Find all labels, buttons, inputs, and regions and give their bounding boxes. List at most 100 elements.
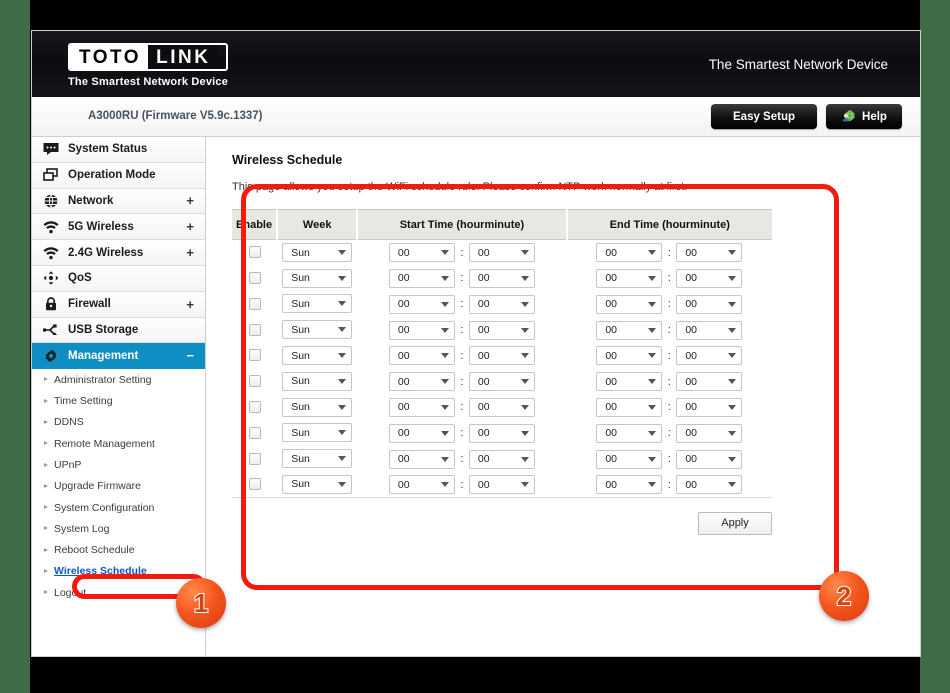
sidebar-item-network[interactable]: Network + (32, 188, 205, 215)
week-select[interactable]: Sun (282, 449, 353, 469)
sidebar-subitem-ddns[interactable]: DDNS (32, 412, 205, 433)
end-hour-select[interactable]: 00 (596, 423, 663, 443)
end-hour-select[interactable]: 00 (596, 268, 663, 288)
end-hour-select[interactable]: 00 (596, 449, 663, 469)
sidebar-item-management[interactable]: Management − (32, 343, 205, 370)
sidebar-subitem-upgrade-firmware[interactable]: Upgrade Firmware (32, 476, 205, 497)
week-select[interactable]: Sun (282, 294, 353, 314)
sidebar-subitem-system-log[interactable]: System Log (32, 518, 205, 539)
enable-checkbox[interactable] (248, 271, 261, 284)
start-hour-select[interactable]: 00 (388, 475, 455, 495)
sidebar-subitem-administrator-setting[interactable]: Administrator Setting (32, 369, 205, 390)
start-minute-select[interactable]: 00 (468, 372, 535, 392)
help-button[interactable]: Help (826, 104, 902, 129)
sidebar-item-24g-wireless[interactable]: 2.4G Wireless + (32, 240, 205, 266)
week-select[interactable]: Sun (282, 320, 353, 340)
enable-checkbox[interactable] (248, 375, 261, 388)
enable-checkbox[interactable] (248, 297, 261, 310)
week-select-value: Sun (291, 272, 310, 285)
end-hour-select[interactable]: 00 (596, 346, 663, 366)
week-select[interactable]: Sun (282, 423, 353, 443)
week-select[interactable]: Sun (282, 243, 353, 263)
chevron-down-icon (440, 353, 449, 359)
end-hour-select[interactable]: 00 (596, 243, 663, 263)
cell-enable (232, 420, 277, 446)
end-minute-select[interactable]: 00 (676, 423, 743, 443)
end-minute-select[interactable]: 00 (676, 320, 743, 340)
chevron-down-icon (648, 482, 657, 488)
start-minute-select[interactable]: 00 (468, 423, 535, 443)
end-hour-select[interactable]: 00 (596, 372, 663, 392)
week-select-value: Sun (291, 323, 310, 336)
end-minute-select[interactable]: 00 (676, 449, 743, 469)
sidebar-item-usb-storage[interactable]: USB Storage (32, 317, 205, 344)
apply-label: Apply (721, 517, 749, 530)
start-minute-select[interactable]: 00 (468, 475, 535, 495)
start-minute-select[interactable]: 00 (468, 294, 535, 314)
end-hour-select-value: 00 (605, 478, 617, 491)
week-select[interactable]: Sun (282, 371, 353, 391)
enable-checkbox[interactable] (248, 478, 261, 491)
sidebar-item-system-status[interactable]: System Status (32, 137, 205, 163)
end-minute-select-value: 00 (685, 349, 697, 362)
enable-checkbox[interactable] (248, 246, 261, 259)
easy-setup-button[interactable]: Easy Setup (711, 104, 817, 129)
end-minute-select-value: 00 (685, 401, 697, 414)
week-select[interactable]: Sun (282, 268, 353, 288)
end-hour-select[interactable]: 00 (596, 320, 663, 340)
start-hour-select[interactable]: 00 (388, 268, 455, 288)
sidebar-item-qos[interactable]: QoS (32, 265, 205, 292)
enable-checkbox[interactable] (248, 452, 261, 465)
chevron-down-icon (648, 327, 657, 333)
help-label: Help (862, 110, 887, 123)
end-minute-select[interactable]: 00 (676, 475, 743, 495)
start-minute-select-value: 00 (477, 478, 490, 491)
week-select[interactable]: Sun (282, 397, 353, 417)
sidebar-item-firewall[interactable]: Firewall + (32, 291, 205, 318)
end-hour-select[interactable]: 00 (596, 397, 663, 417)
end-hour-select[interactable]: 00 (596, 294, 663, 314)
enable-checkbox[interactable] (248, 426, 261, 439)
start-hour-select[interactable]: 00 (388, 423, 455, 443)
start-hour-select[interactable]: 00 (388, 397, 455, 417)
end-minute-select[interactable]: 00 (676, 372, 743, 392)
start-hour-select[interactable]: 00 (388, 346, 455, 366)
week-select[interactable]: Sun (282, 346, 353, 366)
start-time-colon: : (460, 375, 464, 388)
sidebar-subitem-remote-management[interactable]: Remote Management (32, 433, 205, 454)
start-minute-select[interactable]: 00 (468, 243, 535, 263)
toto-link-logo[interactable]: TOTO LINK The Smartest Network Device (68, 43, 229, 88)
apply-button[interactable]: Apply (698, 511, 772, 535)
start-minute-select[interactable]: 00 (468, 320, 535, 340)
sidebar-item-5g-wireless[interactable]: 5G Wireless + (32, 214, 205, 241)
end-minute-select[interactable]: 00 (676, 243, 743, 263)
sidebar-item-operation-mode[interactable]: Operation Mode (32, 162, 205, 189)
start-minute-select[interactable]: 00 (468, 346, 535, 366)
end-minute-select[interactable]: 00 (676, 397, 743, 417)
sidebar-subitem-reboot-schedule[interactable]: Reboot Schedule (32, 540, 205, 561)
start-hour-select[interactable]: 00 (388, 320, 455, 340)
chevron-down-icon (728, 430, 737, 436)
start-minute-select[interactable]: 00 (468, 397, 535, 417)
enable-checkbox[interactable] (248, 323, 261, 336)
end-minute-select[interactable]: 00 (676, 346, 743, 366)
enable-checkbox[interactable] (248, 349, 261, 362)
chevron-down-icon (648, 379, 657, 385)
sidebar-subitem-time-setting[interactable]: Time Setting (32, 390, 205, 411)
enable-checkbox[interactable] (248, 400, 261, 413)
start-minute-select[interactable]: 00 (468, 268, 535, 288)
start-minute-select[interactable]: 00 (468, 449, 535, 469)
start-hour-select[interactable]: 00 (388, 243, 455, 263)
start-hour-select[interactable]: 00 (388, 449, 455, 469)
table-row: Sun 00:00 00:00 (232, 291, 772, 317)
end-minute-select[interactable]: 00 (676, 268, 743, 288)
end-hour-select[interactable]: 00 (596, 475, 663, 495)
sidebar-subitem-system-configuration[interactable]: System Configuration (32, 497, 205, 518)
start-hour-select[interactable]: 00 (388, 294, 455, 314)
end-minute-select[interactable]: 00 (676, 294, 743, 314)
chevron-down-icon (338, 404, 347, 410)
sidebar-subitem-wireless-schedule[interactable]: Wireless Schedule (32, 561, 205, 582)
start-hour-select[interactable]: 00 (388, 372, 455, 392)
sidebar-subitem-upnp[interactable]: UPnP (32, 454, 205, 475)
week-select[interactable]: Sun (282, 474, 353, 494)
